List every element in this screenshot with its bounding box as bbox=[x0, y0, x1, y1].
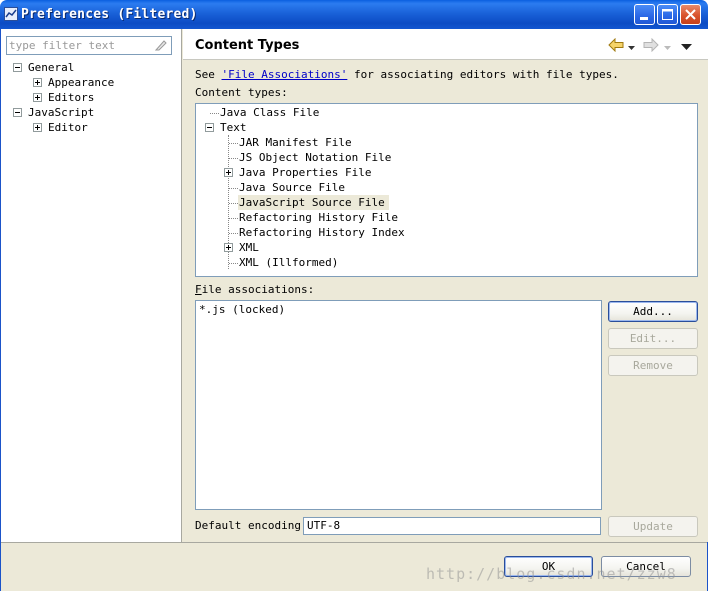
description-text: See 'File Associations' for associating … bbox=[195, 68, 619, 81]
view-menu-icon[interactable] bbox=[681, 41, 692, 54]
default-encoding-field[interactable]: UTF-8 bbox=[303, 517, 601, 535]
filter-input[interactable] bbox=[7, 37, 147, 54]
title-bar[interactable]: Preferences (Filtered) bbox=[0, 0, 708, 29]
close-button[interactable] bbox=[680, 4, 701, 25]
maximize-icon bbox=[662, 9, 673, 20]
back-dropdown-icon[interactable] bbox=[628, 41, 635, 54]
window-title: Preferences (Filtered) bbox=[21, 7, 198, 22]
minimize-button[interactable] bbox=[634, 4, 655, 25]
update-button[interactable]: Update bbox=[608, 516, 698, 537]
preferences-app-icon bbox=[4, 7, 18, 21]
expand-icon[interactable] bbox=[33, 93, 42, 102]
content-types-tree[interactable]: Java Class File Text JAR Manifest File J… bbox=[195, 103, 698, 277]
page-title: Content Types bbox=[195, 38, 300, 53]
expand-icon[interactable] bbox=[33, 78, 42, 87]
forward-arrow-icon[interactable] bbox=[643, 37, 659, 55]
close-icon bbox=[685, 9, 696, 20]
content-types-page: Content Types See 'File Associations' fo… bbox=[183, 29, 708, 542]
edit-button[interactable]: Edit... bbox=[608, 328, 698, 349]
content-types-label: Content types: bbox=[195, 86, 288, 99]
file-associations-list[interactable]: *.js (locked) bbox=[195, 300, 602, 510]
forward-dropdown-icon[interactable] bbox=[664, 41, 671, 54]
page-header: Content Types bbox=[183, 29, 708, 60]
expand-icon[interactable] bbox=[224, 243, 233, 252]
watermark: http://blog.csdn.net/zzw8 bbox=[426, 565, 677, 583]
back-arrow-icon[interactable] bbox=[608, 37, 624, 55]
clear-filter-icon[interactable] bbox=[154, 39, 168, 52]
default-encoding-label: Default encoding: bbox=[195, 519, 308, 532]
minimize-icon bbox=[640, 17, 648, 20]
expand-icon[interactable] bbox=[224, 168, 233, 177]
maximize-button[interactable] bbox=[657, 4, 678, 25]
dialog-button-bar: OK Cancel http://blog.csdn.net/zzw8 bbox=[1, 542, 707, 591]
filter-box bbox=[6, 36, 172, 55]
collapse-icon[interactable] bbox=[13, 108, 22, 117]
file-associations-label: File associations: bbox=[195, 283, 315, 296]
collapse-icon[interactable] bbox=[205, 123, 214, 132]
dialog-body: General Appearance Editors JavaScript Ed… bbox=[0, 29, 708, 591]
remove-button[interactable]: Remove bbox=[608, 355, 698, 376]
expand-icon[interactable] bbox=[33, 123, 42, 132]
add-button[interactable]: Add... bbox=[608, 301, 698, 322]
collapse-icon[interactable] bbox=[13, 63, 22, 72]
file-associations-link[interactable]: 'File Associations' bbox=[222, 68, 348, 81]
preferences-sidebar: General Appearance Editors JavaScript Ed… bbox=[1, 29, 182, 542]
